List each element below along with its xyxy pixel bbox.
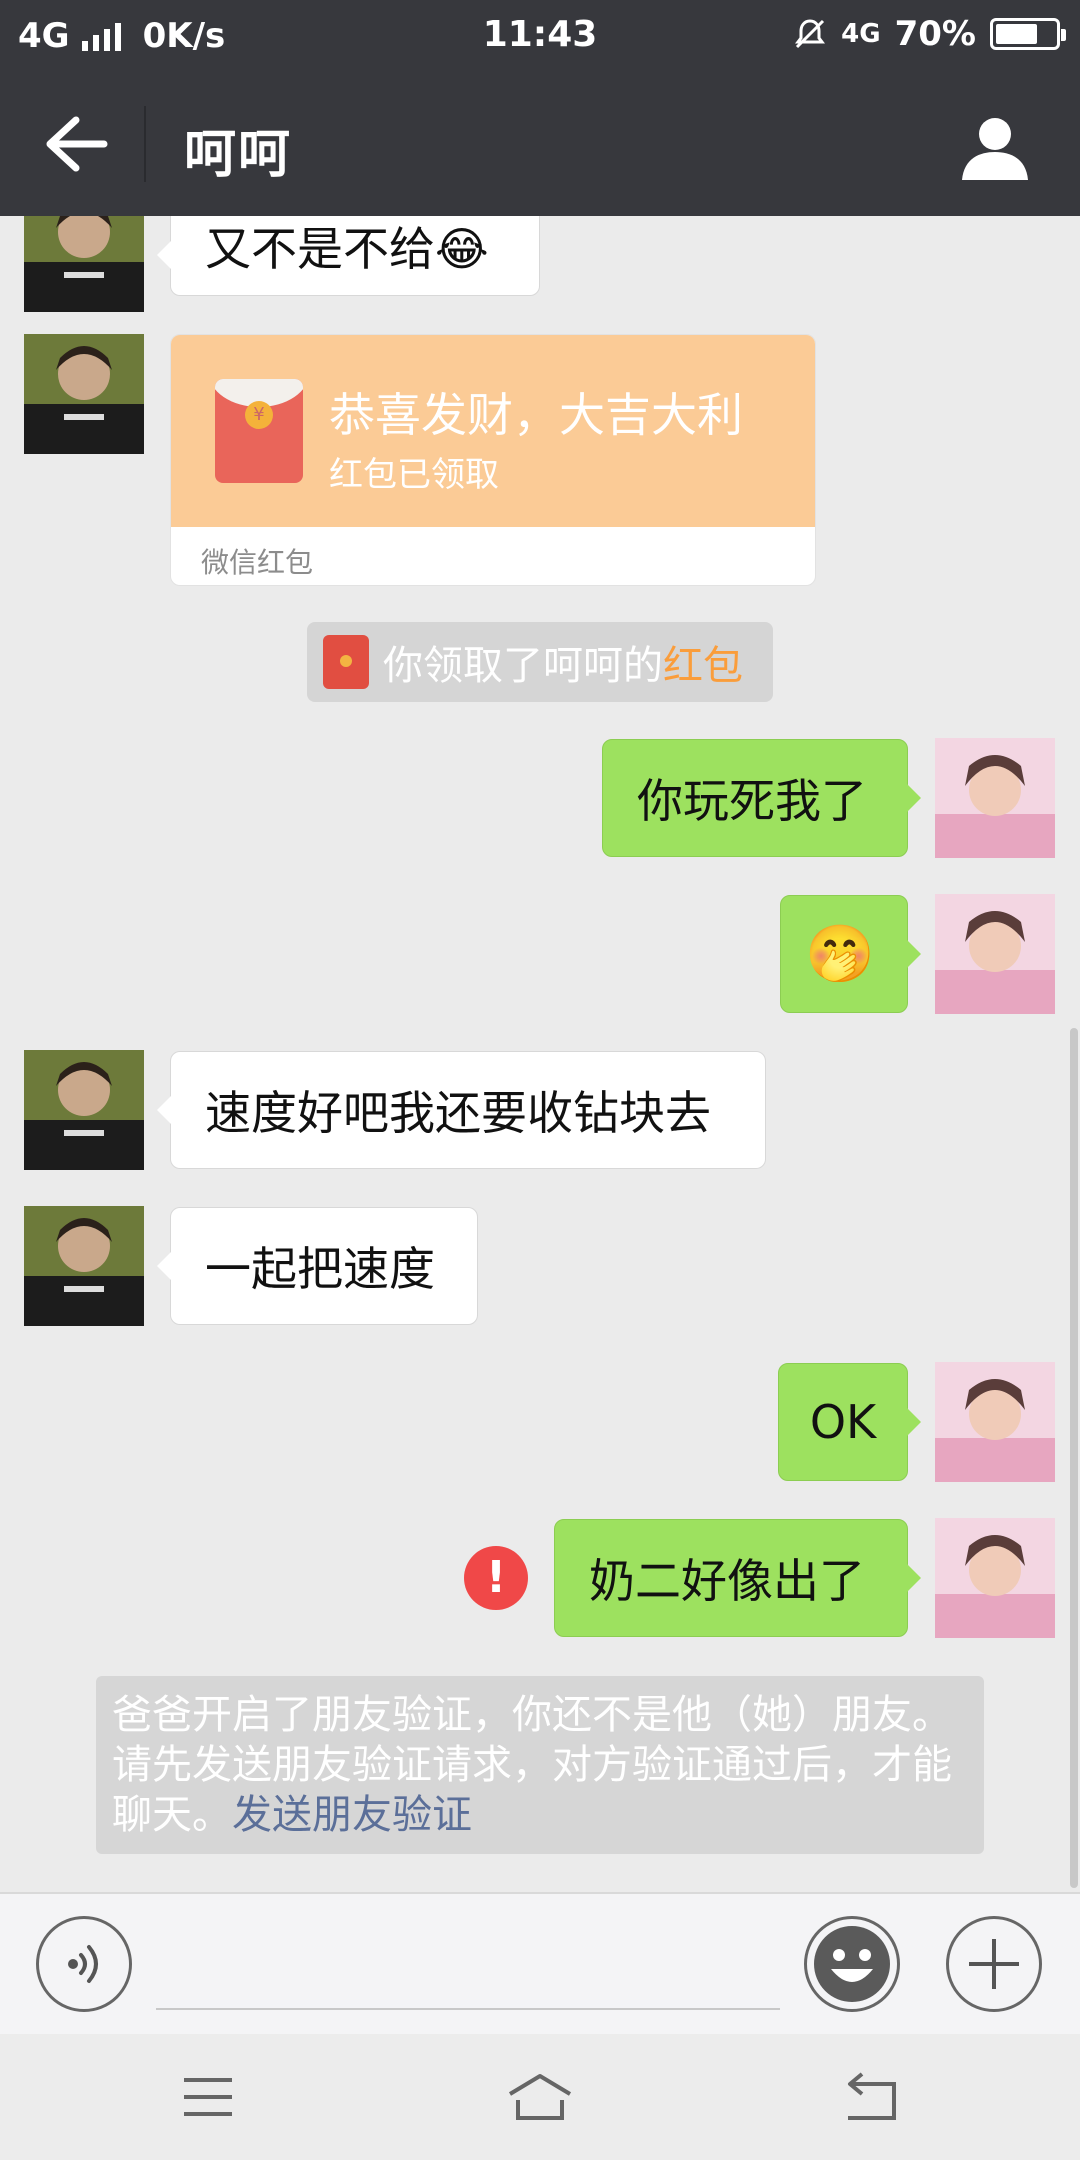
menu-icon[interactable] [180, 2074, 236, 2120]
plus-icon [969, 1939, 1019, 1989]
return-icon[interactable] [840, 2070, 902, 2124]
my-avatar[interactable] [935, 738, 1055, 858]
avatar[interactable] [24, 1050, 144, 1170]
alarm-off-icon [795, 19, 826, 49]
my-avatar[interactable] [935, 1362, 1055, 1482]
red-envelope-icon: ¥ [215, 379, 303, 483]
my-avatar[interactable] [935, 894, 1055, 1014]
chat-area[interactable]: 又不是不给😂 ¥ 恭喜发财，大吉大利 红包已领取 微信红包 你领取了呵呵的 红包… [0, 216, 1080, 1892]
emoji-button[interactable] [804, 1916, 900, 2012]
red-envelope-icon [323, 635, 369, 689]
red-packet-footer: 微信红包 [201, 546, 314, 579]
system-navigation [0, 2034, 1080, 2160]
more-button[interactable] [946, 1916, 1042, 2012]
smiley-icon [814, 1926, 890, 2002]
chat-title: 呵呵 [184, 125, 293, 185]
avatar[interactable] [24, 334, 144, 454]
status-right: 4G 70% [793, 14, 1066, 54]
network-type-right: 4G [841, 19, 881, 49]
battery-icon [990, 18, 1066, 50]
arrow-left-icon[interactable] [40, 112, 110, 176]
message-bubble-incoming[interactable]: 速度好吧我还要收钻块去 [157, 1051, 766, 1169]
avatar[interactable] [24, 1206, 144, 1326]
message-bubble-outgoing[interactable]: 你玩死我了 [602, 739, 921, 857]
system-notice-link[interactable]: 红包 [663, 633, 743, 691]
voice-icon [68, 1945, 98, 1983]
system-notice-text: 你领取了呵呵的 [383, 643, 663, 689]
home-icon[interactable] [504, 2070, 576, 2124]
scrollbar[interactable] [1070, 1028, 1078, 1888]
system-notice: 你领取了呵呵的 红包 [307, 622, 773, 702]
chat-header: 呵呵 [0, 72, 1080, 216]
friend-verification-notice: 爸爸开启了朋友验证，你还不是他（她）朋友。请先发送朋友验证请求，对方验证通过后，… [96, 1676, 984, 1854]
voice-button[interactable] [36, 1916, 132, 2012]
avatar[interactable] [24, 216, 144, 312]
send-verification-link[interactable]: 发送朋友验证 [232, 1792, 472, 1838]
my-avatar[interactable] [935, 1518, 1055, 1638]
message-bubble-outgoing[interactable]: 奶二好像出了 [554, 1519, 921, 1637]
message-bubble-incoming[interactable]: 一起把速度 [157, 1207, 478, 1325]
header-divider [144, 106, 146, 182]
battery-percent: 70% [894, 14, 976, 54]
message-input[interactable] [156, 2008, 780, 2010]
battery-fill [996, 24, 1037, 44]
red-packet-status: 红包已领取 [329, 455, 499, 495]
message-bubble-outgoing[interactable]: OK [778, 1363, 921, 1481]
message-bubble-outgoing[interactable]: 🤭 [780, 895, 921, 1013]
person-icon[interactable] [960, 114, 1030, 180]
send-failed-icon[interactable]: ! [464, 1546, 528, 1610]
red-packet-card[interactable]: ¥ 恭喜发财，大吉大利 红包已领取 微信红包 [170, 334, 816, 586]
input-bar [0, 1892, 1080, 2034]
message-bubble-incoming[interactable]: 又不是不给😂 [157, 216, 540, 296]
red-packet-greeting: 恭喜发财，大吉大利 [329, 388, 743, 442]
status-bar: 4G 0K/s 11:43 4G 70% [0, 0, 1080, 72]
